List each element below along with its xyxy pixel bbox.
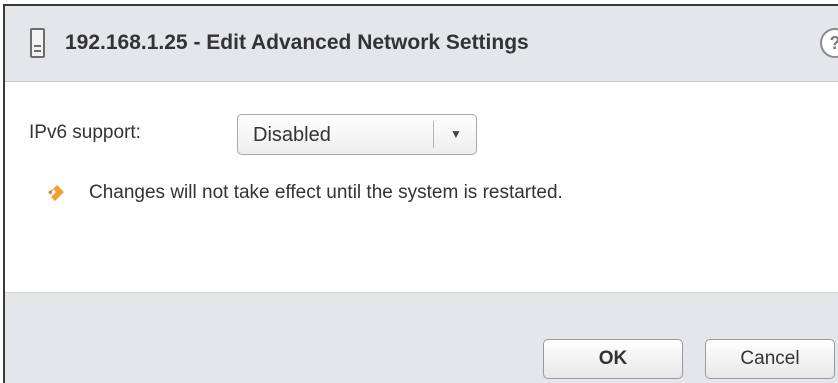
ipv6-support-value: Disabled [253,124,331,146]
host-icon [30,28,45,58]
cancel-button[interactable]: Cancel [705,339,835,379]
ok-button[interactable]: OK [543,339,683,379]
warning-icon [48,185,64,201]
select-divider [433,121,434,148]
dialog-titlebar: 192.168.1.25 - Edit Advanced Network Set… [5,6,838,82]
help-icon[interactable]: ? [820,28,838,58]
restart-warning-text: Changes will not take effect until the s… [89,182,563,203]
dialog-content: IPv6 support: Disabled ▼ Changes will no… [5,83,838,292]
dialog-title: 192.168.1.25 - Edit Advanced Network Set… [65,31,529,54]
edit-network-settings-dialog: 192.168.1.25 - Edit Advanced Network Set… [3,4,838,383]
dialog-footer: OK Cancel [5,292,838,383]
ipv6-support-select[interactable]: Disabled ▼ [237,114,477,155]
ipv6-support-label: IPv6 support: [29,122,141,143]
chevron-down-icon[interactable]: ▼ [450,127,462,141]
